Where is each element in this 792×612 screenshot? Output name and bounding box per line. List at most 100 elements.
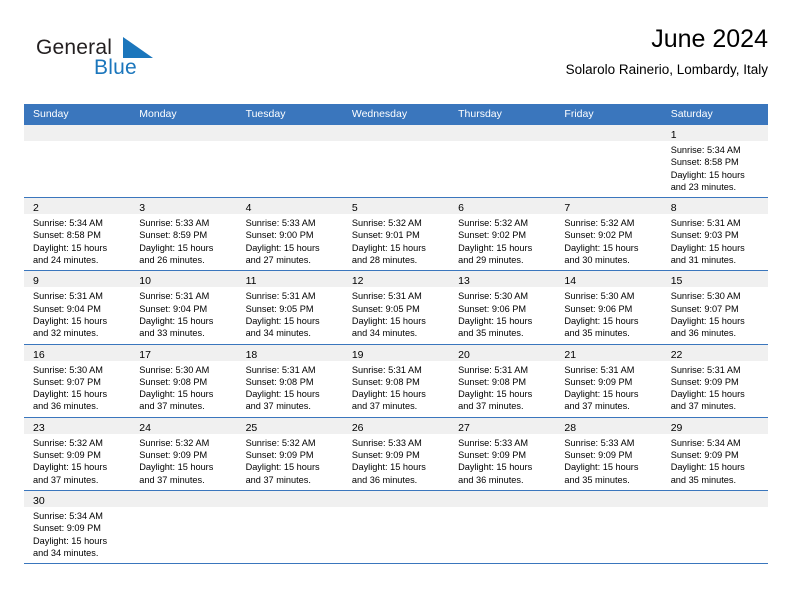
calendar-day-cell[interactable]: 14 Sunrise: 5:30 AM Sunset: 9:06 PM Dayligh… <box>555 271 662 344</box>
calendar-day-cell[interactable]: 22 Sunrise: 5:31 AM Sunset: 9:09 PM Dayligh… <box>661 344 768 417</box>
calendar-day-cell[interactable]: 3 Sunrise: 5:33 AM Sunset: 8:59 PM Daylight… <box>130 198 237 271</box>
calendar-day-cell[interactable]: 21 Sunrise: 5:31 AM Sunset: 9:09 PM Dayligh… <box>555 344 662 417</box>
day-detail-line: Sunrise: 5:33 AM <box>351 437 422 448</box>
general-blue-logo[interactable]: General Blue <box>36 36 236 92</box>
day-detail-line: Sunrise: 5:34 AM <box>33 510 103 521</box>
day-detail-line: Sunrise: 5:30 AM <box>458 291 529 302</box>
day-detail-line: Sunset: 9:09 PM <box>564 450 633 461</box>
calendar-day-cell[interactable]: 20 Sunrise: 5:31 AM Sunset: 9:08 PM Dayligh… <box>449 344 556 417</box>
day-detail-line: Daylight: 15 hours <box>33 462 108 473</box>
calendar-day-cell[interactable]: 9 Sunrise: 5:31 AM Sunset: 9:04 PM Daylight… <box>24 271 131 344</box>
day-details: Sunrise: 5:31 AM Sunset: 9:08 PM Daylight:… <box>449 361 555 417</box>
calendar-week-row: 16 Sunrise: 5:30 AM Sunset: 9:07 PM Dayligh… <box>24 344 768 418</box>
day-detail-line: Daylight: 15 hours <box>245 389 320 400</box>
day-number: 27 <box>458 421 470 434</box>
calendar-day-cell[interactable]: 11 Sunrise: 5:31 AM Sunset: 9:05 PM Dayligh… <box>236 271 343 344</box>
day-details: Sunrise: 5:32 AM Sunset: 9:01 PM Daylight:… <box>343 214 449 270</box>
date-strip <box>236 125 343 141</box>
day-detail-line: Sunset: 9:08 PM <box>351 376 420 387</box>
day-detail-line: Sunset: 9:08 PM <box>245 376 314 387</box>
day-detail-line: Sunset: 9:00 PM <box>245 230 314 241</box>
calendar-day-cell[interactable]: 10 Sunrise: 5:31 AM Sunset: 9:04 PM Dayligh… <box>130 271 237 344</box>
day-detail-line: Sunset: 9:09 PM <box>33 523 101 534</box>
page-title: June 2024 <box>651 25 768 53</box>
day-detail-line: Daylight: 15 hours <box>33 535 108 546</box>
day-detail-line: and 37 minutes. <box>245 474 311 485</box>
calendar-day-cell[interactable]: 29 Sunrise: 5:34 AM Sunset: 9:09 PM Dayligh… <box>661 417 768 490</box>
day-detail-line: Sunrise: 5:31 AM <box>670 364 741 375</box>
date-strip: 2 <box>24 198 131 215</box>
day-detail-line: Sunrise: 5:30 AM <box>670 291 741 302</box>
calendar-day-cell[interactable]: 19 Sunrise: 5:31 AM Sunset: 9:08 PM Dayligh… <box>342 344 450 417</box>
date-strip: 8 <box>661 198 768 215</box>
day-detail-line: Daylight: 15 hours <box>245 462 320 473</box>
date-strip: 30 <box>24 490 131 507</box>
day-detail-line: and 37 minutes. <box>670 401 737 412</box>
day-detail-line: Daylight: 15 hours <box>670 242 745 253</box>
calendar-day-cell[interactable]: 15 Sunrise: 5:30 AM Sunset: 9:07 PM Dayligh… <box>661 271 768 344</box>
day-detail-line: and 24 minutes. <box>33 255 99 266</box>
day-detail-line: Daylight: 15 hours <box>139 462 214 473</box>
day-details: Sunrise: 5:30 AM Sunset: 9:07 PM Daylight:… <box>24 361 130 417</box>
day-detail-line: Sunset: 8:58 PM <box>670 157 739 168</box>
calendar-day-cell[interactable]: 4 Sunrise: 5:33 AM Sunset: 9:00 PM Daylight… <box>236 198 343 271</box>
calendar-day-cell[interactable]: 28 Sunrise: 5:33 AM Sunset: 9:09 PM Dayligh… <box>555 417 662 490</box>
day-detail-line: Daylight: 15 hours <box>458 462 533 473</box>
day-number: 22 <box>670 348 683 361</box>
day-number: 11 <box>245 275 257 288</box>
calendar-day-cell[interactable]: 5 Sunrise: 5:32 AM Sunset: 9:01 PM Daylight… <box>342 198 450 271</box>
calendar-day-cell[interactable]: 1 Sunrise: 5:34 AM Sunset: 8:58 PM Daylight… <box>661 125 768 198</box>
calendar-day-cell[interactable]: 23 Sunrise: 5:32 AM Sunset: 9:09 PM Dayligh… <box>24 417 131 490</box>
day-detail-line: and 37 minutes. <box>351 401 418 412</box>
date-strip: 21 <box>555 344 662 361</box>
calendar-day-cell[interactable]: 18 Sunrise: 5:31 AM Sunset: 9:08 PM Dayligh… <box>236 344 343 417</box>
day-detail-line: Daylight: 15 hours <box>670 315 745 326</box>
day-details: Sunrise: 5:33 AM Sunset: 9:09 PM Daylight:… <box>449 434 555 490</box>
day-detail-line: and 37 minutes. <box>139 401 205 412</box>
day-number: 15 <box>670 275 683 288</box>
day-number: 3 <box>139 202 146 215</box>
date-strip: 24 <box>130 417 237 434</box>
day-number: 1 <box>670 129 677 141</box>
day-details: Sunrise: 5:34 AM Sunset: 8:58 PM Daylight:… <box>24 214 130 270</box>
day-details <box>24 141 130 148</box>
day-detail-line: Sunset: 9:05 PM <box>245 303 314 314</box>
day-details <box>662 507 768 514</box>
calendar-day-cell[interactable]: 30 Sunrise: 5:34 AM Sunset: 9:09 PM Dayligh… <box>24 490 131 564</box>
calendar-day-cell[interactable]: 17 Sunrise: 5:30 AM Sunset: 9:08 PM Dayligh… <box>130 344 237 417</box>
calendar-day-cell[interactable]: 6 Sunrise: 5:32 AM Sunset: 9:02 PM Daylight… <box>449 198 556 271</box>
day-number: 19 <box>351 348 364 361</box>
calendar-day-cell[interactable]: 12 Sunrise: 5:31 AM Sunset: 9:05 PM Dayligh… <box>342 271 450 344</box>
day-detail-line: Sunrise: 5:31 AM <box>245 291 316 302</box>
day-details: Sunrise: 5:33 AM Sunset: 9:09 PM Daylight:… <box>343 434 449 490</box>
day-number: 24 <box>139 421 151 434</box>
day-detail-line: Sunrise: 5:31 AM <box>245 364 316 375</box>
calendar-day-cell[interactable]: 16 Sunrise: 5:30 AM Sunset: 9:07 PM Dayligh… <box>24 344 131 417</box>
day-detail-line: Sunset: 9:07 PM <box>33 376 101 387</box>
calendar-day-cell[interactable]: 25 Sunrise: 5:32 AM Sunset: 9:09 PM Dayligh… <box>236 417 343 490</box>
calendar-day-cell[interactable]: 7 Sunrise: 5:32 AM Sunset: 9:02 PM Daylight… <box>555 198 662 271</box>
calendar-day-cell[interactable]: 27 Sunrise: 5:33 AM Sunset: 9:09 PM Dayligh… <box>449 417 556 490</box>
day-detail-line: Sunrise: 5:34 AM <box>670 145 741 155</box>
day-detail-line: and 31 minutes. <box>670 255 737 266</box>
calendar-day-cell[interactable]: 2 Sunrise: 5:34 AM Sunset: 8:58 PM Daylight… <box>24 198 131 271</box>
calendar-day-cell[interactable]: 8 Sunrise: 5:31 AM Sunset: 9:03 PM Daylight… <box>661 198 768 271</box>
date-strip <box>342 490 450 507</box>
title-block: June 2024 Solarolo Rainerio, Lombardy, I… <box>566 24 768 80</box>
day-number: 5 <box>351 202 358 215</box>
day-number: 13 <box>458 275 470 288</box>
calendar-day-cell[interactable]: 26 Sunrise: 5:33 AM Sunset: 9:09 PM Dayligh… <box>342 417 450 490</box>
calendar-day-cell[interactable]: 24 Sunrise: 5:32 AM Sunset: 9:09 PM Dayligh… <box>130 417 237 490</box>
calendar-day-cell[interactable]: 13 Sunrise: 5:30 AM Sunset: 9:06 PM Dayligh… <box>449 271 556 344</box>
day-detail-line: Daylight: 15 hours <box>33 315 108 326</box>
day-detail-line: and 28 minutes. <box>351 255 418 266</box>
day-number: 6 <box>458 202 464 215</box>
day-details: Sunrise: 5:33 AM Sunset: 9:00 PM Daylight:… <box>237 214 343 270</box>
day-detail-line: Sunset: 9:05 PM <box>351 303 420 314</box>
day-detail-line: Sunrise: 5:34 AM <box>33 218 103 229</box>
day-details: Sunrise: 5:34 AM Sunset: 8:58 PM Daylight:… <box>662 141 768 197</box>
day-detail-line: Sunset: 9:03 PM <box>670 230 739 241</box>
day-details: Sunrise: 5:31 AM Sunset: 9:04 PM Daylight:… <box>130 287 236 343</box>
day-detail-line: and 27 minutes. <box>245 255 311 266</box>
day-number: 9 <box>33 275 39 288</box>
